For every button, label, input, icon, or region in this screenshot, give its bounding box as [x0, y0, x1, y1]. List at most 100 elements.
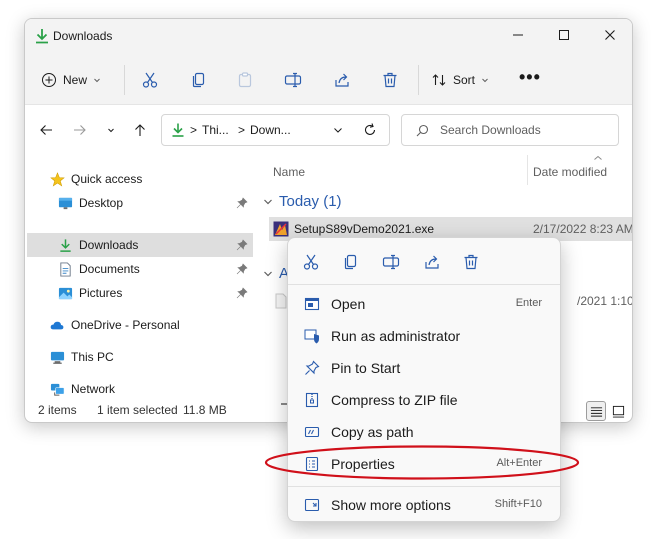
details-view-button[interactable]	[586, 401, 606, 421]
cut-button[interactable]	[138, 68, 162, 92]
pictures-icon	[57, 285, 73, 301]
breadcrumb-this-pc[interactable]: Thi...	[202, 123, 229, 137]
sidebar-item-pictures[interactable]: Pictures	[57, 281, 249, 305]
documents-icon	[57, 261, 73, 277]
desktop-icon	[57, 195, 73, 211]
chevron-down-icon	[482, 78, 488, 83]
status-selection: 1 item selected	[97, 403, 178, 417]
details-view-icon	[590, 406, 602, 417]
installer-icon	[273, 221, 289, 237]
cut-icon	[142, 72, 158, 88]
menu-item-label: Run as administrator	[331, 328, 461, 344]
download-icon	[34, 27, 50, 45]
sort-button[interactable]: Sort	[431, 67, 489, 93]
menu-item-compress-to-zip[interactable]: Compress to ZIP file	[294, 385, 556, 415]
sidebar-item-documents[interactable]: Documents	[57, 257, 249, 281]
trash-icon	[383, 72, 397, 88]
network-icon	[49, 381, 65, 397]
sidebar-item-label: Network	[71, 382, 116, 396]
admin-shield-icon	[304, 328, 320, 344]
column-header-name[interactable]: Name	[273, 165, 305, 179]
up-button[interactable]	[129, 119, 151, 141]
sidebar-item-label: Quick access	[71, 172, 143, 186]
more-options-button[interactable]: •••	[519, 68, 541, 92]
share-icon	[335, 73, 349, 87]
sidebar-item-onedrive[interactable]: OneDrive - Personal	[49, 313, 249, 337]
back-button[interactable]	[35, 119, 57, 141]
sidebar-item-this-pc[interactable]: This PC	[49, 345, 249, 369]
window-title: Downloads	[53, 29, 113, 43]
menu-item-open[interactable]: Open Enter	[294, 289, 556, 319]
breadcrumb-separator: >	[238, 123, 246, 137]
breadcrumb-downloads[interactable]: Down...	[250, 123, 291, 137]
menu-item-pin-to-start[interactable]: Pin to Start	[294, 353, 556, 383]
refresh-icon	[364, 123, 376, 135]
chevron-down-icon	[264, 271, 272, 276]
search-input[interactable]	[440, 122, 610, 138]
close-button[interactable]	[587, 19, 632, 51]
sort-chevron-icon	[594, 155, 602, 160]
chevron-down-icon	[334, 128, 342, 133]
tiles-view-button[interactable]	[608, 401, 628, 421]
paste-icon	[238, 72, 252, 88]
share-icon	[425, 255, 439, 269]
minimize-button[interactable]	[495, 19, 541, 51]
trash-icon	[464, 254, 478, 270]
share-button[interactable]	[330, 68, 354, 92]
sidebar-item-desktop[interactable]: Desktop	[57, 191, 249, 215]
chevron-down-icon	[94, 78, 100, 83]
navigation-pane: Quick access Desktop Downloads Documents	[25, 155, 257, 399]
breadcrumb-separator: >	[190, 123, 198, 137]
menu-item-show-more-options[interactable]: Show more options Shift+F10	[294, 490, 556, 520]
open-icon	[304, 296, 320, 312]
delete-button[interactable]	[457, 248, 485, 276]
copy-icon	[344, 254, 357, 270]
more-options-icon	[304, 497, 320, 513]
forward-button[interactable]	[69, 119, 91, 141]
menu-item-shortcut: Shift+F10	[494, 498, 542, 510]
rename-icon	[284, 72, 302, 88]
star-icon	[49, 171, 65, 187]
maximize-button[interactable]	[541, 19, 587, 51]
share-button[interactable]	[418, 248, 446, 276]
sort-button-label: Sort	[453, 73, 476, 87]
menu-item-label: Show more options	[331, 497, 451, 513]
rename-button[interactable]	[377, 248, 405, 276]
sidebar-item-downloads[interactable]: Downloads	[27, 233, 253, 257]
address-bar[interactable]: > Thi... > Down...	[161, 114, 390, 146]
copy-path-icon	[304, 424, 320, 440]
file-date: /2021 1:10 PM	[577, 294, 633, 308]
plus-circle-icon	[42, 73, 56, 87]
sidebar-item-quick-access[interactable]: Quick access	[49, 167, 249, 191]
cut-button[interactable]	[297, 248, 325, 276]
search-box[interactable]	[401, 114, 619, 146]
refresh-button[interactable]	[362, 122, 378, 138]
menu-item-label: Copy as path	[331, 424, 414, 440]
copy-button[interactable]	[337, 248, 365, 276]
rename-button[interactable]	[281, 68, 305, 92]
pin-icon	[236, 287, 248, 299]
sidebar-item-network[interactable]: Network	[49, 377, 249, 401]
menu-item-copy-as-path[interactable]: Copy as path	[294, 417, 556, 447]
copy-button[interactable]	[187, 68, 211, 92]
arrow-left-icon	[40, 125, 52, 135]
group-header-today[interactable]: Today (1)	[263, 193, 342, 210]
group-header-label: Today (1)	[279, 193, 342, 210]
copy-icon	[192, 72, 205, 88]
pin-icon	[236, 239, 248, 251]
menu-divider	[288, 486, 560, 487]
new-button[interactable]: New	[41, 67, 101, 93]
recent-locations-button[interactable]	[100, 119, 122, 141]
minimize-icon	[513, 34, 523, 36]
column-header-date-modified[interactable]: Date modified	[533, 165, 607, 179]
cut-icon	[303, 254, 319, 270]
tiles-view-icon	[612, 405, 624, 418]
paste-button[interactable]	[233, 68, 257, 92]
delete-button[interactable]	[378, 68, 402, 92]
menu-item-run-as-administrator[interactable]: Run as administrator	[294, 321, 556, 351]
group-header-earlier[interactable]: A	[263, 265, 289, 282]
arrow-up-icon	[135, 124, 145, 136]
file-name: SetupS89vDemo2021.exe	[294, 222, 435, 236]
address-history-dropdown[interactable]	[332, 123, 344, 137]
zip-icon	[304, 392, 320, 408]
